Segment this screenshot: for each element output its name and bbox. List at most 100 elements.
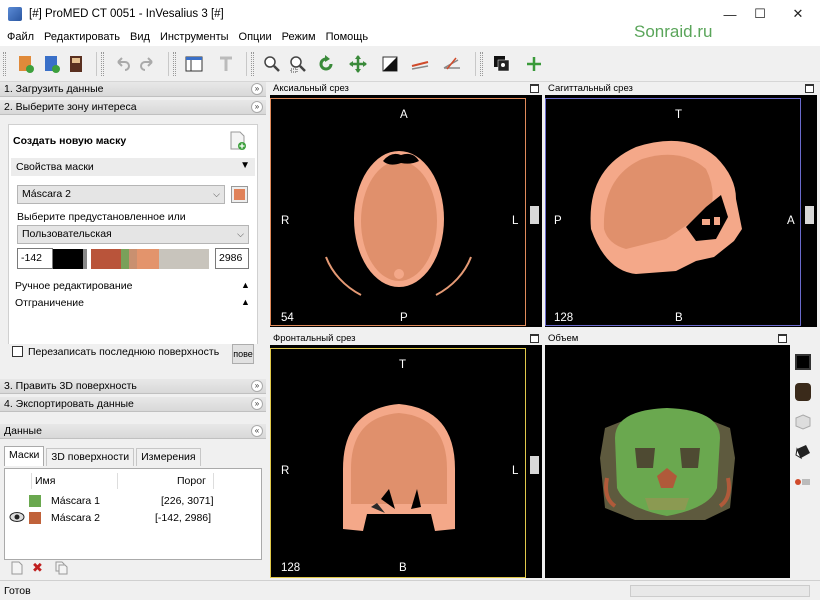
overwrite-row: Перезаписать последнюю поверхность пове [0, 344, 266, 376]
slice-scrollbar[interactable] [530, 456, 539, 474]
section-select-roi[interactable]: 2. Выберите зону интереса » [0, 100, 266, 115]
table-row[interactable]: Máscara 2 [-142, 2986] [5, 510, 261, 527]
coronal-view[interactable]: Фронтальный срез T B R L 128 [270, 332, 542, 578]
pan-icon[interactable] [346, 52, 370, 76]
watermark: Sonraid.ru [634, 22, 713, 41]
menu-file[interactable]: Файл [2, 31, 39, 43]
rotate-icon[interactable] [314, 52, 338, 76]
preset-select[interactable]: Пользовательская ⌵ [17, 225, 249, 244]
tab-surfaces[interactable]: 3D поверхности [46, 448, 135, 466]
threshold-min-input[interactable]: -142 [17, 248, 53, 269]
mask-list-header: Имя Порог [5, 473, 261, 490]
expand-icon[interactable]: ▲ [241, 280, 250, 290]
slice-scrollbar[interactable] [805, 206, 814, 224]
data-tabs: Маски 3D поверхности Измерения [4, 446, 203, 466]
fold-icon[interactable]: » [251, 101, 263, 113]
chevron-down-icon: ⌵ [213, 189, 220, 199]
coronal-slice-image [343, 404, 455, 531]
toolbar-grip [3, 52, 6, 76]
redo-icon[interactable] [136, 52, 160, 76]
mask-panel: Создать новую маску Свойства маски ▼ Más… [8, 124, 258, 370]
window-title: [#] ProMED CT 0051 - InVesalius 3 [#] [29, 8, 224, 20]
mask-props-header[interactable]: Свойства маски ▼ [11, 158, 255, 176]
mask-select[interactable]: Máscara 2 ⌵ [17, 185, 225, 204]
axial-view-title: Аксиальный срез [270, 82, 542, 95]
progress-bar [630, 585, 810, 597]
sagittal-view[interactable]: Сагиттальный срез T B P A 128 [545, 82, 817, 327]
maximize-view-icon[interactable] [805, 84, 814, 93]
limit-label[interactable]: Отграничение [15, 297, 84, 309]
status-bar: Готов [0, 580, 820, 600]
maximize-view-icon[interactable] [778, 334, 787, 343]
slice-scrollbar[interactable] [530, 206, 539, 224]
background-color-icon[interactable] [793, 352, 813, 372]
fold-icon[interactable]: » [251, 398, 263, 410]
maximize-view-icon[interactable] [530, 334, 539, 343]
menu-edit[interactable]: Редактировать [39, 31, 125, 43]
expand-icon[interactable]: ▲ [241, 297, 250, 307]
zoom-icon[interactable] [260, 52, 284, 76]
volume-view-title: Объем [545, 332, 790, 345]
preset-label: Выберите предустановленное или [17, 211, 186, 223]
tab-measurements[interactable]: Измерения [136, 448, 201, 466]
cube-icon[interactable] [793, 412, 813, 432]
menu-mode[interactable]: Режим [277, 31, 321, 43]
menu-view[interactable]: Вид [125, 31, 155, 43]
close-button[interactable]: ✕ [780, 0, 816, 28]
maximize-view-icon[interactable] [530, 84, 539, 93]
measure-icon[interactable] [408, 52, 432, 76]
slice-number: 54 [281, 312, 294, 324]
menu-tools[interactable]: Инструменты [155, 31, 234, 43]
threshold-gradient[interactable] [53, 249, 209, 269]
manual-edit-label[interactable]: Ручное редактирование [15, 280, 132, 292]
eye-icon[interactable] [9, 511, 25, 526]
sagittal-view-title: Сагиттальный срез [545, 82, 817, 95]
import-dicom-icon[interactable] [14, 52, 38, 76]
undo-icon[interactable] [110, 52, 134, 76]
section-load-data[interactable]: 1. Загрузить данные » [0, 82, 266, 97]
fold-icon[interactable]: » [251, 380, 263, 392]
section-export[interactable]: 4. Экспортировать данные » [0, 397, 266, 412]
text-icon[interactable] [214, 52, 238, 76]
head-render-icon[interactable] [793, 382, 813, 402]
mask-color-button[interactable] [231, 186, 248, 203]
mask-color-swatch [29, 495, 41, 507]
volume-view[interactable]: Объем [545, 332, 790, 578]
zoom-select-icon[interactable] [286, 52, 310, 76]
duplicate-icon[interactable] [54, 561, 68, 575]
save-project-icon[interactable] [64, 52, 88, 76]
axial-slice-image [325, 151, 472, 296]
open-project-icon[interactable] [40, 52, 64, 76]
tab-masks[interactable]: Маски [4, 446, 45, 466]
collapse-icon[interactable]: ▼ [240, 160, 250, 171]
maximize-button[interactable]: ☐ [742, 0, 778, 28]
volume-render-image [600, 408, 735, 520]
mask-color-swatch [234, 189, 245, 200]
layout-icon[interactable] [182, 52, 206, 76]
mask-color-swatch [29, 512, 41, 524]
axial-view[interactable]: Аксиальный срез A P R L 54 [270, 82, 542, 327]
slice-plane-icon[interactable] [793, 472, 813, 492]
menu-help[interactable]: Помощь [321, 31, 374, 43]
contrast-icon[interactable] [378, 52, 402, 76]
create-surface-button[interactable]: пове [232, 344, 254, 364]
create-mask-label: Создать новую маску [13, 135, 127, 147]
section-data[interactable]: Данные « [0, 424, 266, 439]
menu-options[interactable]: Опции [234, 31, 277, 43]
view-orientation-icon[interactable] [793, 442, 813, 462]
status-text: Готов [4, 585, 31, 597]
slice-number: 128 [554, 312, 574, 324]
overwrite-checkbox[interactable] [12, 346, 23, 357]
fold-icon[interactable]: » [251, 83, 263, 95]
section-edit-3d[interactable]: 3. Править 3D поверхность » [0, 379, 266, 394]
new-mask-icon[interactable] [229, 131, 247, 151]
mask-list: Имя Порог Máscara 1 [226, 3071] Máscara … [4, 468, 262, 560]
threshold-max-input[interactable]: 2986 [215, 248, 249, 269]
angle-icon[interactable] [440, 52, 464, 76]
table-row[interactable]: Máscara 1 [226, 3071] [5, 493, 261, 510]
fold-icon[interactable]: « [251, 425, 263, 437]
add-icon[interactable] [522, 52, 546, 76]
slice-stack-icon[interactable] [490, 52, 514, 76]
new-item-icon[interactable] [10, 561, 24, 575]
delete-icon[interactable]: ✖ [32, 561, 46, 575]
